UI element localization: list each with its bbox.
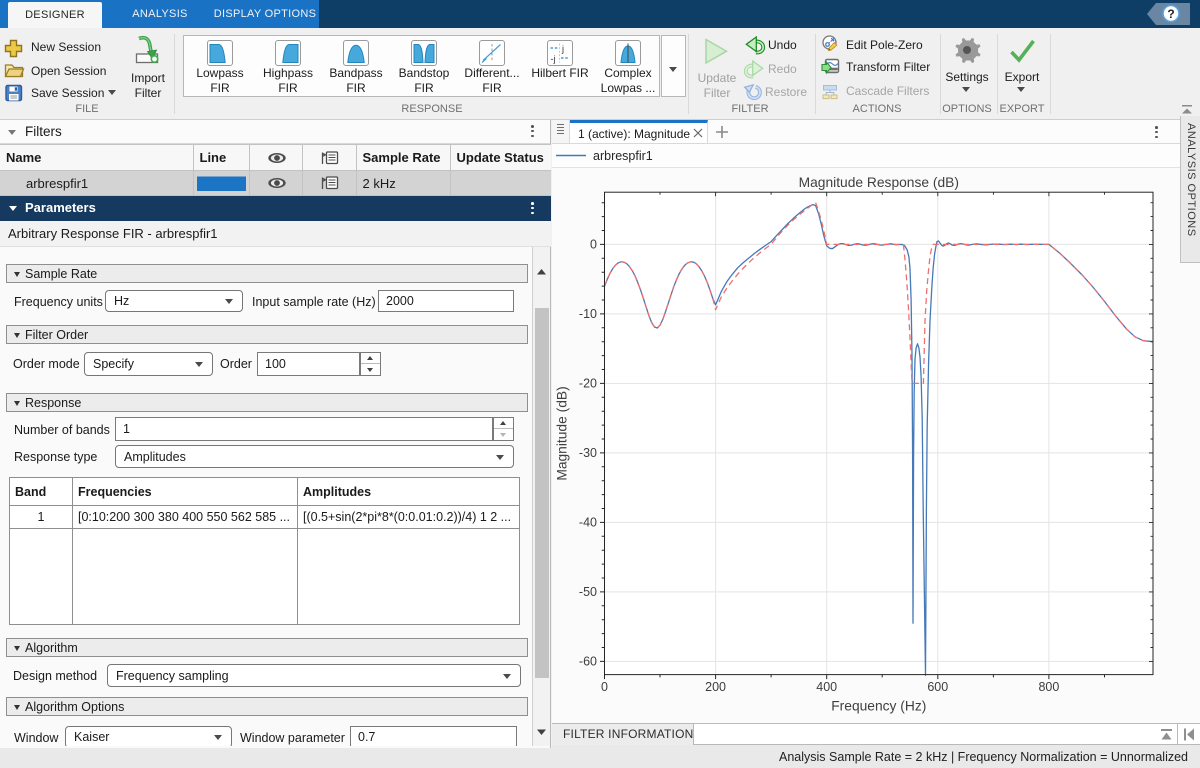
- svg-text:Magnitude Response (dB): Magnitude Response (dB): [799, 175, 959, 190]
- svg-text:arbrespfir1: arbrespfir1: [593, 149, 653, 163]
- svg-text:-j: -j: [551, 54, 556, 64]
- svg-text:-50: -50: [579, 585, 597, 599]
- svg-text:j: j: [561, 44, 564, 54]
- svg-text:800: 800: [1038, 680, 1059, 694]
- svg-text:-10: -10: [579, 307, 597, 321]
- svg-text:-30: -30: [579, 446, 597, 460]
- svg-text:400: 400: [816, 680, 837, 694]
- svg-text:?: ?: [1167, 7, 1174, 21]
- svg-text:0: 0: [601, 680, 608, 694]
- svg-text:Magnitude (dB): Magnitude (dB): [555, 386, 570, 480]
- svg-text:-60: -60: [579, 655, 597, 669]
- svg-text:0: 0: [590, 238, 597, 252]
- svg-text:600: 600: [927, 680, 948, 694]
- svg-text:-40: -40: [579, 516, 597, 530]
- svg-text:Frequency (Hz): Frequency (Hz): [831, 699, 926, 714]
- svg-text:200: 200: [705, 680, 726, 694]
- svg-text:-20: -20: [579, 377, 597, 391]
